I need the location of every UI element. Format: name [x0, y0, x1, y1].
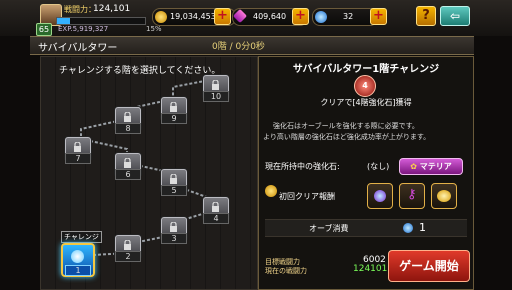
back-button[interactable]: ⇦ — [440, 6, 470, 26]
reward-item-3[interactable] — [431, 183, 457, 209]
add-orb-button[interactable]: + — [370, 8, 387, 25]
reward-key-icon: ⚷ — [407, 187, 417, 202]
orb-icon — [71, 250, 84, 263]
desc-line-1: 強化石はオーブールを強化する際に必要です。 — [273, 122, 419, 130]
enhance-stone-icon: 4 — [354, 75, 376, 97]
stone-label: 現在所持中の強化石: — [265, 162, 340, 171]
lock-icon — [212, 202, 219, 212]
floor-label-2: 2 — [115, 251, 141, 262]
orb-cost-row: オーブ消費 1 — [265, 219, 467, 237]
reward-orb-icon — [374, 190, 386, 202]
floor-label-3: 3 — [161, 233, 187, 244]
exp-label: EXP.5,919,327 — [58, 25, 109, 33]
floor-label-4: 4 — [203, 213, 229, 224]
gem-icon — [232, 8, 248, 24]
floor-label-8: 8 — [115, 123, 141, 134]
lock-icon — [170, 222, 177, 232]
gem-value: 409,640 — [253, 12, 287, 21]
back-arrow-icon: ⇦ — [449, 9, 461, 23]
reward-item-2[interactable]: ⚷ — [399, 183, 425, 209]
orb-value: 32 — [343, 12, 354, 21]
exp-percent: 15% — [146, 25, 162, 33]
lock-icon — [170, 174, 177, 184]
floor-label-5: 5 — [161, 185, 187, 196]
start-game-label: ゲーム開始 — [399, 259, 459, 273]
exp-bar — [56, 17, 146, 25]
gold-value: 19,034,453 — [170, 12, 216, 21]
current-power-value: 124101 — [353, 264, 388, 274]
reward-item-1[interactable] — [367, 183, 393, 209]
stone-value: (なし) — [367, 162, 390, 171]
battle-power-value: 124,101 — [93, 4, 131, 14]
lock-icon — [212, 80, 219, 90]
floor-select-panel: チャレンジする階を選択してください。 10 9 8 7 6 5 4 3 2 チャ… — [40, 56, 258, 290]
help-button[interactable]: ? — [416, 6, 436, 26]
top-bar: 65 戦闘力： 124,101 EXP.5,919,327 15% 19,034… — [0, 0, 512, 36]
battle-power-label: 戦闘力： — [64, 5, 96, 14]
floor-label-7: 7 — [65, 153, 91, 164]
lock-icon — [124, 240, 131, 250]
first-clear-label: 初回クリア報酬 — [279, 192, 335, 201]
level-badge: 65 — [36, 23, 52, 36]
add-gold-button[interactable]: + — [214, 8, 231, 25]
lock-icon — [74, 142, 81, 152]
materia-label: マテリア — [419, 162, 452, 171]
add-gem-button[interactable]: + — [292, 8, 309, 25]
orb-icon — [315, 11, 327, 23]
orb-cost-label: オーブ消費 — [309, 224, 349, 233]
reward-gold-icon — [437, 190, 451, 202]
orb-icon — [403, 223, 413, 233]
floor-label-6: 6 — [115, 169, 141, 180]
orb-counter: 32 — [312, 8, 378, 26]
lock-icon — [170, 102, 177, 112]
help-icon: ? — [422, 8, 430, 23]
start-game-button[interactable]: ゲーム開始 — [388, 250, 470, 282]
progress-text: 0階 / 0分0秒 — [212, 42, 265, 52]
challenge-tag: チャレンジ — [61, 231, 102, 243]
current-power-label: 現在の戦闘力 — [265, 267, 307, 275]
materia-button[interactable]: ✿ マテリア — [399, 158, 463, 175]
challenge-title: サバイバルタワー1階チャレンジ — [292, 64, 440, 75]
lock-icon — [124, 112, 131, 122]
reward-line: クリアで[4階強化石]獲得 — [320, 98, 412, 107]
gold-coin-icon — [155, 11, 167, 23]
coin-stack-icon — [265, 185, 277, 197]
title-bar: サバイバルタワー 0階 / 0分0秒 — [30, 36, 474, 55]
page-title: サバイバルタワー — [38, 43, 118, 54]
lock-icon — [124, 158, 131, 168]
floor-label-1: 1 — [65, 265, 91, 276]
floor-label-9: 9 — [161, 113, 187, 124]
desc-line-2: より高い階層の強化石ほど強化成功率が上がります。 — [263, 133, 431, 141]
floor-label-10: 10 — [203, 91, 229, 102]
materia-icon: ✿ — [410, 162, 417, 171]
orb-cost-value: 1 — [419, 221, 426, 234]
